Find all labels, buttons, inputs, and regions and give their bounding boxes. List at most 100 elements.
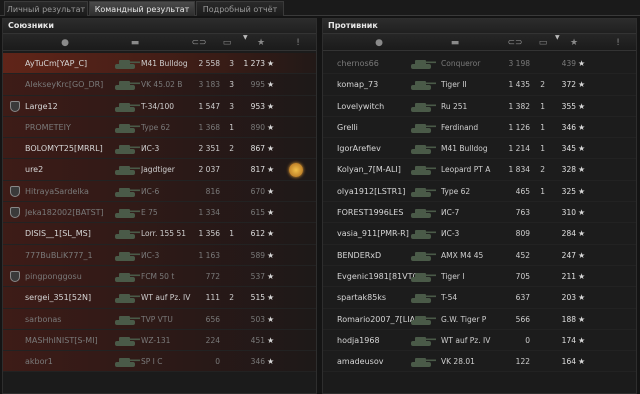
player-name[interactable]: BOLOMYT25[MRRL]: [25, 138, 125, 159]
damage-value: 452: [515, 250, 530, 260]
enemy-row[interactable]: FOREST1996LES ИС-7 763 310 ★: [323, 202, 636, 224]
star-icon: ★: [578, 144, 586, 154]
exclamation-icon[interactable]: !: [293, 37, 303, 49]
enemy-row[interactable]: vasia_911[PMR-R] ИС-3 809 284 ★: [323, 223, 636, 245]
damage-value: 1 163: [198, 250, 220, 260]
kill-icon[interactable]: ▭: [533, 37, 553, 49]
exclamation-icon[interactable]: !: [613, 37, 623, 49]
damage-value: 3 183: [198, 80, 220, 90]
tank-icon: [409, 226, 437, 241]
tank-name: Conqueror: [441, 59, 481, 68]
player-name[interactable]: Jeka182002[BATST]: [25, 202, 125, 223]
tank-name: WT auf Pz. IV: [441, 335, 491, 345]
damage-value: 656: [205, 314, 220, 324]
player-name[interactable]: AyTuCm[YAP_C]: [25, 53, 125, 74]
ally-row[interactable]: PROMETEIY Type 62 1 368 1 890 ★: [3, 116, 316, 139]
damage-value: 705: [515, 271, 530, 281]
shell-icon[interactable]: ⊂⊃: [189, 37, 209, 49]
tank-icon: [409, 290, 437, 305]
tank-name: ИС-7: [441, 208, 460, 218]
ally-row[interactable]: ure2 Jagdtiger 2 037 817 ★: [3, 159, 316, 181]
ally-row[interactable]: 777BuBLiK777_1 ИС-3 1 163 589 ★: [3, 244, 316, 266]
ally-row[interactable]: pingponggosu FCM 50 t 772 537 ★: [3, 265, 316, 288]
score-value: 515: [250, 293, 265, 303]
damage-value: 637: [515, 293, 530, 303]
damage-value: 122: [515, 357, 530, 367]
damage-value: 1 435: [508, 80, 530, 90]
star-icon: ★: [267, 144, 275, 154]
ally-row[interactable]: AlekseyKrc[GO_DR] VK 45.02 B3 183 3 995 ★: [3, 74, 316, 96]
ally-row[interactable]: sarbonas TVP VTU 656 503 ★: [3, 308, 316, 330]
person-icon[interactable]: ●: [59, 37, 71, 49]
enemy-row[interactable]: Grelli Ferdinand 1 126 1 346 ★: [323, 116, 636, 139]
enemies-list: chernos66 Conqueror 3 198 439 ★ komap_73 Tiger…: [323, 53, 636, 373]
ally-row[interactable]: akbor1 SP I C 0 346 ★: [3, 351, 316, 373]
damage-value: 1 834: [508, 165, 530, 175]
kill-icon[interactable]: ▭: [217, 37, 237, 49]
player-name[interactable]: ure2: [25, 159, 125, 180]
star-icon: ★: [578, 122, 586, 132]
shell-icon[interactable]: ⊂⊃: [505, 37, 525, 49]
enemy-row[interactable]: amadeusov VK 28.01 122 164 ★: [323, 351, 636, 373]
enemy-row[interactable]: chernos66 Conqueror 3 198 439 ★: [323, 53, 636, 75]
score-value: 953: [250, 101, 265, 111]
player-name[interactable]: PROMETEIY: [25, 117, 125, 138]
kills-value: 2: [540, 165, 545, 175]
tank-icon: [113, 99, 141, 114]
star-icon: ★: [267, 357, 275, 367]
tank-name: AMX M4 45: [441, 250, 484, 260]
ally-row[interactable]: Large12 T-34/100 1 547 3 953 ★: [3, 95, 316, 117]
enemy-row[interactable]: olya1912[LSTR1] Type 62 465 1 325 ★: [323, 180, 636, 203]
star-icon: ★: [578, 335, 586, 345]
enemy-row[interactable]: spartak85ks T-54 637 203 ★: [323, 287, 636, 309]
score-value: 439: [561, 59, 576, 68]
player-name[interactable]: sarbonas: [25, 309, 125, 330]
enemy-row[interactable]: hodja1968 WT auf Pz. IV 0 174 ★: [323, 329, 636, 352]
tank-icon[interactable]: ▬: [125, 37, 145, 49]
score-value: 310: [561, 208, 576, 218]
damage-value: 1 356: [198, 229, 220, 239]
player-name[interactable]: MASHhINIST[S-MI]: [25, 330, 125, 351]
star-icon: ★: [578, 357, 586, 367]
ally-row[interactable]: HitrayaSardelka ИС-6 816 670 ★: [3, 180, 316, 203]
enemy-row[interactable]: Lovelywitch Ru 251 1 382 1 355 ★: [323, 95, 636, 117]
player-name[interactable]: AlekseyKrc[GO_DR]: [25, 74, 125, 95]
star-icon: ★: [578, 165, 586, 175]
ally-row[interactable]: BOLOMYT25[MRRL] ИС-3 2 351 2 867 ★: [3, 138, 316, 160]
tab-team-result[interactable]: Командный результат: [89, 1, 195, 16]
enemy-row[interactable]: Evgenic1981[81VTO] Tiger I 705 211 ★: [323, 265, 636, 288]
player-name[interactable]: sergei_351[52N]: [25, 287, 125, 308]
star-icon: ★: [578, 314, 586, 324]
star-icon[interactable]: ★: [568, 37, 580, 49]
tab-detailed-report[interactable]: Подробный отчёт: [196, 1, 284, 16]
enemy-row[interactable]: IgorArefiev M41 Bulldog 1 214 1 345 ★: [323, 138, 636, 160]
ally-row[interactable]: AyTuCm[YAP_C] M41 Bulldog 2 558 3 1 273 ★: [3, 53, 316, 75]
ally-row[interactable]: Jeka182002[BATST] E 75 1 334 615 ★: [3, 202, 316, 224]
tab-personal-result[interactable]: Личный результат: [4, 1, 88, 16]
ally-row[interactable]: sergei_351[52N] WT auf Pz. IV 111 2 515 ★: [3, 287, 316, 309]
enemy-row[interactable]: Kolyan_7[M-ALI] Leopard PT A1 834 2 328 ★: [323, 159, 636, 181]
kills-value: 1: [540, 186, 545, 196]
player-name[interactable]: Large12: [25, 96, 125, 117]
ally-row[interactable]: DISIS__1[SL_MS] Lorr. 155 51 1 356 1 612 ★: [3, 223, 316, 245]
score-value: 372: [561, 80, 576, 90]
star-icon[interactable]: ★: [255, 37, 267, 49]
person-icon[interactable]: ●: [373, 37, 385, 49]
ally-row[interactable]: MASHhINIST[S-MI] WZ-131 224 451 ★: [3, 329, 316, 352]
player-name[interactable]: pingponggosu: [25, 266, 125, 287]
medal-icon[interactable]: [289, 163, 303, 178]
enemy-row[interactable]: komap_73 Tiger II 1 435 2 372 ★: [323, 74, 636, 96]
enemy-row[interactable]: Romario2007_7[LIAM] G.W. Tiger P 566 188 ★: [323, 308, 636, 330]
score-value: 890: [250, 122, 265, 132]
enemy-row[interactable]: BENDERxD AMX M4 45 452 247 ★: [323, 244, 636, 266]
score-value: 164: [561, 357, 576, 367]
squad-badge-icon: [10, 100, 20, 112]
star-icon: ★: [267, 80, 275, 90]
tank-icon: [113, 226, 141, 241]
player-name[interactable]: HitrayaSardelka: [25, 181, 125, 202]
tank-icon[interactable]: ▬: [445, 37, 465, 49]
player-name[interactable]: 777BuBLiK777_1: [25, 245, 125, 266]
enemies-panel: Противник ● ▬ ⊂⊃ ▭ ▼ ★ ! chernos66 Conque…: [322, 18, 637, 394]
player-name[interactable]: akbor1: [25, 351, 125, 372]
player-name[interactable]: DISIS__1[SL_MS]: [25, 223, 125, 244]
